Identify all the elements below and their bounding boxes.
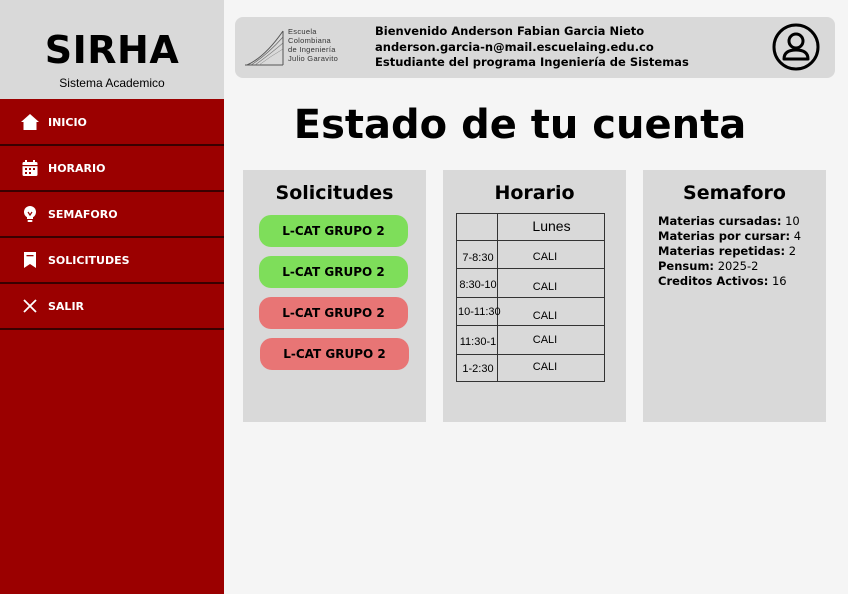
sidebar: SIRHA Sistema Academico INICIO HORARIO S…	[0, 0, 224, 594]
solicitudes-title: Solicitudes	[275, 182, 394, 204]
header-bar: Escuela Colombiana de Ingeniería Julio G…	[235, 17, 835, 78]
lightbulb-icon	[20, 204, 40, 224]
app-title: SIRHA	[44, 28, 180, 72]
sidebar-item-solicitudes[interactable]: SOLICITUDES	[0, 238, 224, 284]
sidebar-item-inicio[interactable]: INICIO	[0, 100, 224, 146]
schedule-cell[interactable]: CALI	[498, 281, 592, 293]
semaforo-title: Semaforo	[683, 182, 786, 204]
schedule-time: 11:30-1	[459, 336, 497, 348]
stat-row: Materias por cursar: 4	[658, 229, 802, 243]
academic-stats: Materias cursadas: 10 Materias por cursa…	[658, 214, 801, 289]
schedule-cell[interactable]: CALI	[498, 251, 592, 263]
sidebar-item-salir[interactable]: SALIR	[0, 284, 224, 330]
schedule-cell[interactable]: CALI	[498, 361, 592, 373]
sidebar-item-label: SEMAFORO	[48, 207, 118, 221]
sidebar-item-semaforo[interactable]: SEMAFORO	[0, 192, 224, 238]
sidebar-item-label: SALIR	[48, 299, 85, 313]
app-subtitle: Sistema Academico	[59, 76, 165, 90]
sidebar-item-label: HORARIO	[48, 161, 106, 175]
horario-card: Horario Lunes 7-8:30 CALI 8:30-10 CALI 1…	[443, 170, 626, 422]
stat-row: Materias repetidas: 2	[658, 244, 797, 258]
welcome-text: Bienvenido Anderson Fabian Garcia Nieto	[375, 24, 645, 38]
schedule-time: 1-2:30	[462, 363, 494, 375]
bookmark-icon	[20, 250, 40, 270]
stat-row: Materias cursadas: 10	[658, 214, 800, 228]
schedule-time: 7-8:30	[462, 252, 494, 264]
sidebar-item-label: SOLICITUDES	[48, 253, 130, 267]
schedule-day-header: Lunes	[532, 218, 571, 234]
user-info: Bienvenido Anderson Fabian Garcia Nieto …	[375, 24, 689, 71]
close-icon	[20, 296, 40, 316]
semaforo-card: Semaforo Materias cursadas: 10 Materias …	[643, 170, 826, 422]
page-title: Estado de tu cuenta	[293, 102, 747, 148]
request-item-approved[interactable]: L-CAT GRUPO 2	[259, 256, 408, 288]
brand-panel: SIRHA Sistema Academico	[0, 0, 224, 99]
request-item-approved[interactable]: L-CAT GRUPO 2	[259, 215, 408, 247]
stat-row: Pensum: 2025-2	[658, 259, 759, 273]
stat-row: Creditos Activos: 16	[658, 274, 787, 288]
sidebar-nav: INICIO HORARIO SEMAFORO SOLICITUDES SALI…	[0, 100, 224, 330]
university-logo-icon	[245, 30, 284, 66]
user-avatar-button[interactable]	[772, 23, 820, 71]
request-item-rejected[interactable]: L-CAT GRUPO 2	[259, 297, 408, 329]
sidebar-item-horario[interactable]: HORARIO	[0, 146, 224, 192]
user-email: anderson.garcia-n@mail.escuelaing.edu.co	[375, 39, 654, 54]
schedule-cell[interactable]: CALI	[498, 334, 592, 346]
request-item-rejected[interactable]: L-CAT GRUPO 2	[260, 338, 409, 370]
schedule-cell[interactable]: CALI	[498, 310, 592, 322]
schedule-time: 8:30-10	[459, 279, 497, 291]
user-avatar-icon	[772, 23, 820, 71]
home-icon	[20, 112, 40, 132]
schedule-table: Lunes 7-8:30 CALI 8:30-10 CALI 10-11:30 …	[456, 213, 605, 382]
user-program: Estudiante del programa Ingeniería de Si…	[375, 55, 689, 69]
solicitudes-card: Solicitudes L-CAT GRUPO 2 L-CAT GRUPO 2 …	[243, 170, 426, 422]
calendar-icon	[20, 158, 40, 178]
schedule-time: 10-11:30	[458, 306, 501, 318]
horario-title: Horario	[494, 182, 575, 204]
sidebar-item-label: INICIO	[48, 115, 87, 129]
university-logo: Escuela Colombiana de Ingeniería Julio G…	[243, 23, 363, 71]
university-name: Escuela Colombiana de Ingeniería Julio G…	[288, 27, 339, 63]
